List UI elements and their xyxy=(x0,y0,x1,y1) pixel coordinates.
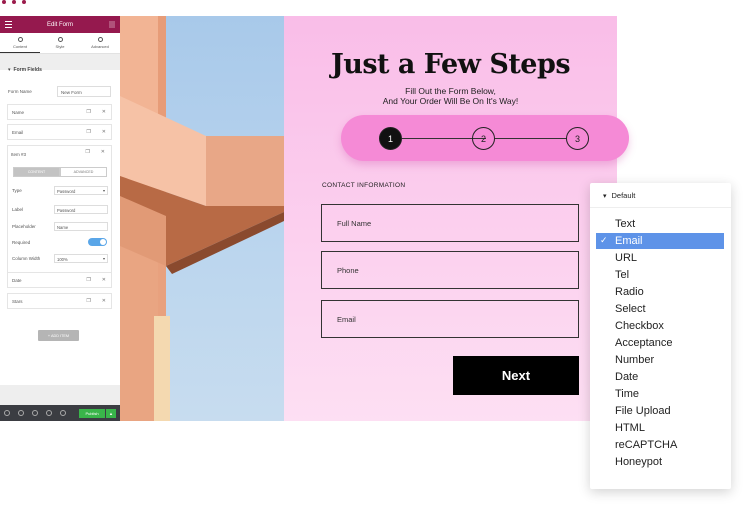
placeholder-label: Placeholder xyxy=(12,224,36,229)
field-item-date[interactable]: Date ❐ ✕ xyxy=(7,272,112,288)
contact-info-heading: CONTACT INFORMATION xyxy=(322,182,406,189)
form-subtitle-line1: Fill Out the Form Below, xyxy=(405,86,496,96)
label-label: Label xyxy=(12,207,24,212)
form-name-input[interactable]: New Form xyxy=(57,86,111,97)
tab-style-label: Style xyxy=(55,44,65,49)
tab-advanced-label: Advanced xyxy=(91,44,109,49)
column-width-select[interactable]: 100% xyxy=(54,254,108,263)
step-1-indicator[interactable]: 1 xyxy=(379,127,402,150)
item3-actions: ❐ ✕ xyxy=(60,145,110,161)
field-item-email[interactable]: Email ❐ ✕ xyxy=(7,124,112,140)
widgets-grid-icon[interactable] xyxy=(109,21,115,28)
dropdown-option-text[interactable]: Text xyxy=(596,216,724,232)
tab-content[interactable]: Content xyxy=(0,33,40,53)
panel-header: Edit Form xyxy=(0,16,120,33)
close-icon[interactable]: ✕ xyxy=(102,277,106,283)
settings-icon[interactable] xyxy=(4,410,10,416)
dropdown-option-time[interactable]: Time xyxy=(596,386,724,402)
panel-footer: Publish ▲ xyxy=(0,405,120,421)
dropdown-option-tel[interactable]: Tel xyxy=(596,267,724,283)
publish-options-button[interactable]: ▲ xyxy=(106,409,116,418)
phone-field[interactable]: Phone xyxy=(321,251,579,289)
form-name-label: Form Name xyxy=(8,89,32,94)
column-width-label: Column Width xyxy=(12,256,41,261)
dropdown-option-url[interactable]: URL xyxy=(596,250,724,266)
publish-button[interactable]: Publish xyxy=(79,409,105,418)
step-connector xyxy=(495,138,567,139)
window-dots xyxy=(2,0,26,4)
seg-advanced-button[interactable]: ADVANCED xyxy=(60,167,107,177)
dropdown-option-honeypot[interactable]: Honeypot xyxy=(596,454,724,470)
full-name-field[interactable]: Full Name xyxy=(321,204,579,242)
close-icon[interactable]: ✕ xyxy=(102,129,106,135)
placeholder-input[interactable]: Name xyxy=(54,222,108,231)
field-item-label: Name xyxy=(12,109,25,115)
duplicate-icon[interactable]: ❐ xyxy=(86,277,90,283)
next-button[interactable]: Next xyxy=(453,356,579,395)
field-item-label: Date xyxy=(12,277,22,283)
dropdown-option-email[interactable]: ✓ Email xyxy=(596,233,724,249)
contrast-icon xyxy=(57,37,63,42)
email-field[interactable]: Email xyxy=(321,300,579,338)
preview-icon[interactable] xyxy=(60,410,66,416)
field-item-name[interactable]: Name ❐ ✕ xyxy=(7,104,112,120)
required-toggle[interactable] xyxy=(88,238,107,246)
form-fields-section-title[interactable]: Form Fields xyxy=(8,67,42,73)
required-label: Required xyxy=(12,240,31,245)
gear-icon xyxy=(97,37,103,42)
type-select[interactable]: Password xyxy=(54,186,108,195)
duplicate-icon[interactable]: ❐ xyxy=(86,298,90,304)
tab-style[interactable]: Style xyxy=(40,33,80,53)
dropdown-option-radio[interactable]: Radio xyxy=(596,284,724,300)
dropdown-option-acceptance[interactable]: Acceptance xyxy=(596,335,724,351)
field-item-stars[interactable]: Stars ❐ ✕ xyxy=(7,293,112,309)
dropdown-option-html[interactable]: HTML xyxy=(596,420,724,436)
history-icon[interactable] xyxy=(46,410,52,416)
add-item-button[interactable]: + ADD ITEM xyxy=(38,330,79,341)
item3-segmented-control: CONTENT ADVANCED xyxy=(13,167,107,177)
type-label: Type xyxy=(12,188,22,193)
close-icon[interactable]: ✕ xyxy=(102,109,106,115)
dropdown-header[interactable]: Default xyxy=(603,191,636,200)
menu-icon[interactable] xyxy=(5,21,12,30)
duplicate-icon[interactable]: ❐ xyxy=(86,109,90,115)
dropdown-option-date[interactable]: Date xyxy=(596,369,724,385)
field-item-label: Email xyxy=(12,129,24,135)
item3-title[interactable]: Item #3 xyxy=(11,152,26,157)
hero-photo xyxy=(120,16,284,421)
dropdown-option-checkbox[interactable]: Checkbox xyxy=(596,318,724,334)
layers-icon[interactable] xyxy=(18,410,24,416)
tab-content-label: Content xyxy=(12,43,27,49)
close-icon[interactable]: ✕ xyxy=(101,149,105,155)
pencil-icon xyxy=(17,36,23,42)
dropdown-option-recaptcha[interactable]: reCAPTCHA xyxy=(596,437,724,453)
duplicate-icon[interactable]: ❐ xyxy=(86,129,90,135)
field-item-label: Stars xyxy=(12,298,23,304)
seg-content-button[interactable]: CONTENT xyxy=(13,167,60,177)
check-icon: ✓ xyxy=(600,235,608,245)
label-input[interactable]: Password xyxy=(54,205,108,214)
dropdown-option-file-upload[interactable]: File Upload xyxy=(596,403,724,419)
architecture-image xyxy=(120,16,284,421)
form-title: Just a Few Steps xyxy=(330,49,571,80)
dropdown-option-label: Email xyxy=(615,235,643,247)
tab-advanced[interactable]: Advanced xyxy=(80,33,120,53)
step-3-indicator[interactable]: 3 xyxy=(566,127,589,150)
dropdown-option-select[interactable]: Select xyxy=(596,301,724,317)
dropdown-divider xyxy=(590,207,731,208)
panel-tabs: Content Style Advanced xyxy=(0,33,120,54)
dropdown-option-number[interactable]: Number xyxy=(596,352,724,368)
close-icon[interactable]: ✕ xyxy=(102,298,106,304)
form-subtitle-line2: And Your Order Will Be On It's Way! xyxy=(382,96,519,106)
duplicate-icon[interactable]: ❐ xyxy=(85,149,89,155)
step-2-indicator[interactable]: 2 xyxy=(472,127,495,150)
step-progress-bar: 1 2 3 xyxy=(341,115,629,161)
responsive-icon[interactable] xyxy=(32,410,38,416)
panel-title: Edit Form xyxy=(46,21,73,28)
